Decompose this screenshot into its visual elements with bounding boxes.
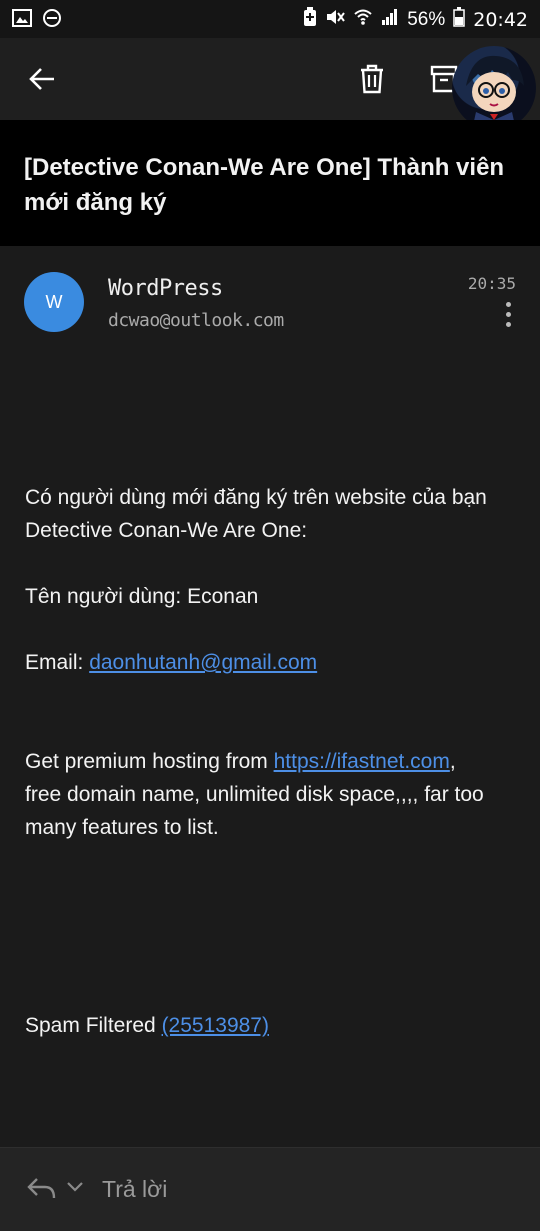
battery-icon (453, 7, 465, 33)
sender-name[interactable]: WordPress (108, 276, 223, 301)
reply-icon[interactable] (26, 1176, 56, 1205)
spam-link[interactable]: (25513987) (162, 1014, 269, 1037)
delete-button[interactable] (350, 38, 394, 120)
intro-line: Detective Conan-We Are One: (25, 519, 308, 542)
battery-percent: 56% (407, 9, 446, 30)
more-dot-icon (505, 322, 511, 327)
signal-icon (381, 8, 399, 32)
email-label: Email: (25, 651, 90, 674)
promo-paragraph: Get premium hosting from https://ifastne… (25, 745, 520, 844)
more-options-button[interactable] (498, 302, 518, 332)
back-button[interactable] (20, 38, 64, 120)
account-avatar[interactable] (452, 46, 536, 130)
battery-saver-icon (303, 7, 317, 33)
intro-line: Có người dùng mới đăng ký trên website c… (25, 486, 487, 509)
email-line: Email: daonhutanh@gmail.com (25, 646, 520, 679)
promo-link[interactable]: https://ifastnet.com (274, 750, 450, 773)
status-bar: 56% 20:42 (0, 0, 540, 38)
promo-line: free domain name, unlimited disk space,,… (25, 783, 484, 806)
message-toolbar (0, 38, 540, 130)
more-dot-icon (505, 302, 511, 307)
wifi-icon (353, 7, 373, 33)
reply-bar[interactable]: Trả lời (0, 1147, 540, 1231)
spam-line: Spam Filtered (25513987) (25, 1009, 520, 1042)
promo-comma: , (449, 750, 456, 773)
back-arrow-icon (29, 68, 54, 90)
promo-text: Get premium hosting from (25, 750, 274, 773)
chevron-down-icon[interactable] (66, 1180, 84, 1198)
email-subject: [Detective Conan-We Are One] Thành viên … (0, 120, 540, 246)
promo-line: many features to list. (25, 816, 219, 839)
trash-icon (361, 64, 383, 94)
message-time: 20:35 (467, 274, 516, 293)
email-link[interactable]: daonhutanh@gmail.com (89, 651, 317, 674)
reply-label[interactable]: Trả lời (102, 1176, 167, 1203)
intro-paragraph: Có người dùng mới đăng ký trên website c… (25, 481, 520, 547)
mute-icon (325, 7, 346, 33)
image-notification-icon (12, 9, 32, 33)
sender-avatar[interactable]: W (24, 272, 84, 332)
spam-label: Spam Filtered (25, 1014, 162, 1037)
clock: 20:42 (473, 9, 528, 31)
username-line: Tên người dùng: Econan (25, 585, 259, 608)
sender-email[interactable]: dcwao@outlook.com (108, 310, 284, 331)
message-card: W WordPress dcwao@outlook.com 20:35 Có n… (0, 246, 540, 1132)
do-not-disturb-icon (42, 8, 62, 34)
more-dot-icon (505, 312, 511, 317)
